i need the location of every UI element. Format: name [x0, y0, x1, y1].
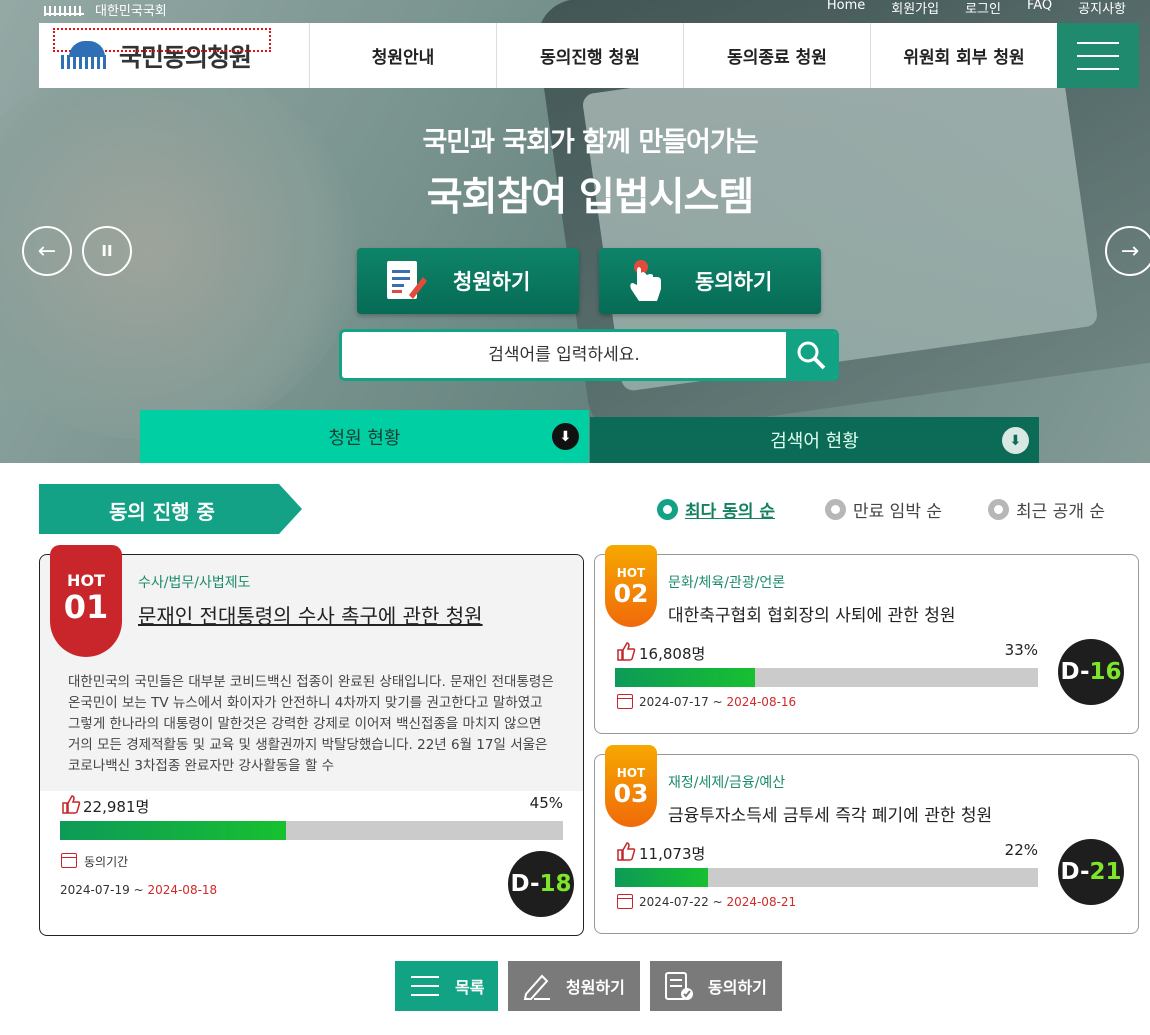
arrow-down-icon: ⬇ [552, 423, 579, 450]
calendar-icon [617, 894, 633, 909]
agree-count: 11,073명 [639, 845, 706, 863]
hot-badge-1: HOT 01 [50, 545, 122, 657]
agree-count: 22,981명 [83, 798, 150, 816]
hero-banner: 대한민국국회 Home 회원가입 로그인 FAQ 공지사항 국민동의청원 청원안… [0, 0, 1150, 463]
hamburger-menu-button[interactable] [1057, 23, 1139, 88]
pencil-icon [522, 972, 552, 1000]
petition-category: 문화/체육/관광/언론 [668, 575, 786, 591]
thumbs-up-icon [62, 795, 81, 814]
assembly-link[interactable]: 대한민국국회 [95, 0, 167, 19]
period-dates: 2024-07-22 ~ 2024-08-21 [639, 895, 797, 909]
progress-bar [615, 868, 1038, 887]
arrow-down-icon: ⬇ [1002, 427, 1029, 454]
tab-keyword-status[interactable]: 검색어 현황 ⬇ [590, 417, 1039, 463]
search-icon [797, 341, 826, 370]
slide-prev-button[interactable]: ← [22, 226, 72, 276]
utility-nav: Home 회원가입 로그인 FAQ 공지사항 [827, 0, 1126, 17]
hot-badge-3: HOT 03 [605, 745, 657, 827]
sort-recent[interactable]: 최근 공개 순 [988, 497, 1105, 522]
nav-closed-petitions[interactable]: 동의종료 청원 [683, 23, 870, 88]
period-label: 동의기간 [84, 855, 129, 869]
util-signup-link[interactable]: 회원가입 [891, 0, 939, 17]
progress-fill [615, 868, 709, 887]
search-bar [339, 329, 839, 381]
progress-fill [60, 821, 287, 840]
period-dates: 2024-07-19 ~ 2024-08-18 [60, 883, 218, 897]
section-title: 동의 진행 중 [109, 500, 215, 524]
radio-icon [988, 499, 1009, 520]
util-login-link[interactable]: 로그인 [965, 0, 1001, 17]
thumbs-up-icon [617, 842, 636, 861]
agree-percent: 22% [1004, 841, 1038, 859]
util-faq-link[interactable]: FAQ [1027, 0, 1052, 17]
nav-ongoing-petitions[interactable]: 동의진행 청원 [496, 23, 683, 88]
agree-percent: 33% [1004, 641, 1038, 659]
dday-badge: D- 16 [1058, 639, 1124, 705]
assembly-building-icon [61, 40, 113, 69]
sort-most-agreed[interactable]: 최다 동의 순 [657, 497, 775, 522]
thumbs-up-icon [617, 642, 636, 661]
section-header: 동의 진행 중 [39, 484, 303, 534]
calendar-icon [61, 853, 77, 868]
sort-expiring-soon[interactable]: 만료 임박 순 [825, 497, 942, 522]
write-petition-button[interactable]: 청원하기 [508, 961, 640, 1011]
assembly-logo-icon [44, 1, 84, 16]
slide-next-button[interactable]: → [1105, 226, 1150, 276]
dday-badge: D- 18 [508, 851, 574, 917]
tab-keyword-status-label: 검색어 현황 [770, 431, 859, 452]
agree-count: 16,808명 [639, 645, 706, 663]
agree-percent: 45% [529, 794, 563, 812]
hot-badge-2: HOT 02 [605, 545, 657, 627]
slide-pause-button[interactable]: II [82, 226, 132, 276]
petition-category: 재정/세제/금융/예산 [668, 775, 786, 791]
document-pen-icon [385, 259, 427, 303]
radio-selected-icon [657, 499, 678, 520]
petition-cta-label: 청원하기 [453, 270, 531, 294]
progress-fill [615, 668, 755, 687]
petition-category: 수사/법무/사법제도 [138, 575, 251, 591]
hero-title: 국회참여 입법시스템 [426, 175, 755, 220]
period-dates: 2024-07-17 ~ 2024-08-16 [639, 695, 797, 709]
search-button[interactable] [786, 332, 836, 378]
list-button[interactable]: 목록 [395, 961, 498, 1011]
petition-title-link[interactable]: 문재인 전대통령의 수사 촉구에 관한 청원 [138, 600, 483, 629]
radio-icon [825, 499, 846, 520]
search-input[interactable] [342, 332, 786, 378]
main-nav: 국민동의청원 청원안내 동의진행 청원 동의종료 청원 위원회 회부 청원 [39, 23, 1139, 88]
hand-tap-icon [627, 259, 669, 303]
tab-petition-status[interactable]: 청원 현황 ⬇ [140, 410, 589, 463]
petition-title-link[interactable]: 금융투자소득세 금투세 즉각 폐기에 관한 청원 [668, 801, 992, 826]
dday-badge: D- 21 [1058, 839, 1124, 905]
agree-button[interactable]: 동의하기 [650, 961, 782, 1011]
petition-description: 대한민국의 국민들은 대부분 코비드백신 접종이 완료된 상태입니다. 문재인 … [68, 674, 554, 774]
util-home-link[interactable]: Home [827, 0, 865, 17]
calendar-icon [617, 694, 633, 709]
progress-bar [615, 668, 1038, 687]
petition-cta-button[interactable]: 청원하기 [357, 248, 579, 314]
nav-committee-petitions[interactable]: 위원회 회부 청원 [870, 23, 1057, 88]
nav-petition-guide[interactable]: 청원안내 [309, 23, 496, 88]
agree-cta-button[interactable]: 동의하기 [599, 248, 821, 314]
list-icon [411, 972, 441, 1000]
site-logo[interactable]: 국민동의청원 [39, 23, 309, 88]
agree-cta-label: 동의하기 [695, 270, 773, 294]
document-check-icon [664, 972, 694, 1000]
hero-subtitle: 국민과 국회가 함께 만들어가는 [422, 127, 758, 158]
progress-bar [60, 821, 563, 840]
util-notice-link[interactable]: 공지사항 [1078, 0, 1126, 17]
tab-petition-status-label: 청원 현황 [328, 427, 401, 449]
petition-title-link[interactable]: 대한축구협회 협회장의 사퇴에 관한 청원 [668, 601, 956, 626]
